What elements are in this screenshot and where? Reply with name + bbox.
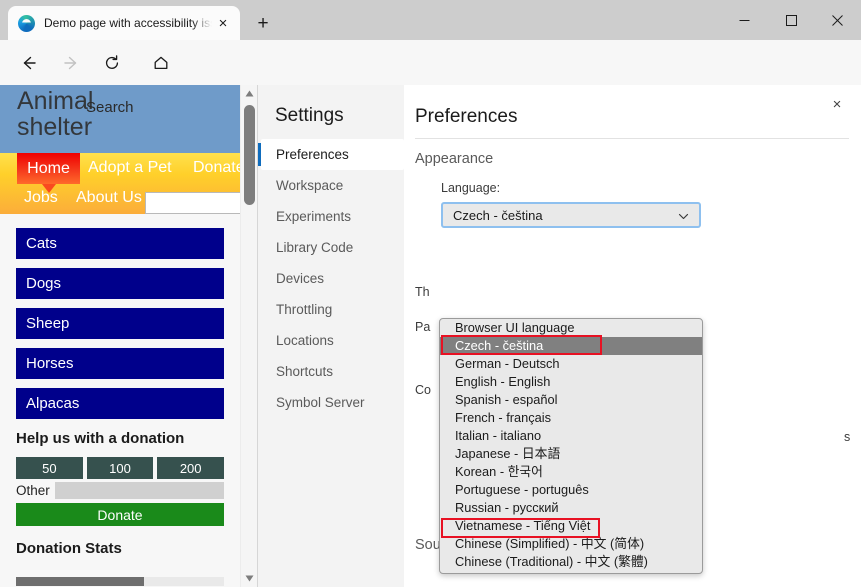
- chevron-down-icon: [677, 210, 690, 226]
- minimize-icon[interactable]: [721, 0, 768, 40]
- language-select-value: Czech - čeština: [453, 207, 543, 223]
- donation-amount-100[interactable]: 100: [86, 457, 154, 479]
- donate-button[interactable]: Donate: [16, 503, 224, 526]
- sidebar-item-label: Throttling: [276, 302, 333, 317]
- divider: [415, 138, 849, 139]
- donation-other-label: Other: [16, 483, 50, 498]
- dropdown-option[interactable]: Portuguese - português: [440, 481, 702, 499]
- donation-amounts: 50 100 200: [16, 457, 225, 479]
- nav-item-about-us[interactable]: About Us: [76, 189, 142, 207]
- browser-tab[interactable]: Demo page with accessibility issues ×: [8, 6, 240, 40]
- page-viewport: Animal shelter Search Home Adopt a Pet D…: [0, 85, 861, 587]
- sidebar-item-label: Preferences: [276, 147, 349, 162]
- dropdown-option-selected[interactable]: Czech - čeština: [440, 337, 702, 355]
- home-icon[interactable]: [146, 48, 176, 78]
- site-header: Animal shelter Search: [0, 85, 240, 153]
- dropdown-option[interactable]: German - Deutsch: [440, 355, 702, 373]
- sidebar-item-experiments[interactable]: Experiments: [258, 201, 404, 232]
- maximize-icon[interactable]: [768, 0, 815, 40]
- sidebar-item-devices[interactable]: Devices: [258, 263, 404, 294]
- close-icon[interactable]: [814, 0, 861, 40]
- site-body: Cats Dogs Sheep Horses Alpacas Help us w…: [0, 214, 240, 557]
- sidebar-item-label: Locations: [276, 333, 334, 348]
- dropdown-option[interactable]: Korean - 한국어: [440, 463, 702, 481]
- donation-other-row: Other: [16, 482, 224, 499]
- donation-stats-heading: Donation Stats: [16, 540, 122, 557]
- sidebar-item-label: Symbol Server: [276, 395, 365, 410]
- back-arrow-icon[interactable]: [14, 48, 44, 78]
- category-horses[interactable]: Horses: [16, 348, 224, 379]
- sidebar-item-label: Library Code: [276, 240, 354, 255]
- dropdown-option[interactable]: Russian - русский: [440, 499, 702, 517]
- settings-sidebar: Settings Preferences Workspace Experimen…: [258, 85, 405, 587]
- nav-item-jobs[interactable]: Jobs: [24, 189, 58, 207]
- dropdown-option[interactable]: Spanish - español: [440, 391, 702, 409]
- close-icon[interactable]: ×: [212, 12, 234, 34]
- nav-item-donate[interactable]: Donate: [193, 159, 240, 177]
- sidebar-item-workspace[interactable]: Workspace: [258, 170, 404, 201]
- obscured-label-panel: Pa: [415, 320, 431, 334]
- sidebar-item-label: Workspace: [276, 178, 344, 193]
- sidebar-item-shortcuts[interactable]: Shortcuts: [258, 356, 404, 387]
- horizontal-scrollbar[interactable]: [16, 577, 224, 586]
- scroll-up-arrow-icon[interactable]: [241, 85, 258, 102]
- title-bar: Demo page with accessibility issues × +: [0, 0, 861, 40]
- sidebar-item-locations[interactable]: Locations: [258, 325, 404, 356]
- nav-item-home[interactable]: Home: [17, 153, 80, 184]
- section-appearance: Appearance: [415, 151, 494, 167]
- sidebar-item-symbol-server[interactable]: Symbol Server: [258, 387, 404, 418]
- category-alpacas[interactable]: Alpacas: [16, 388, 224, 419]
- sidebar-item-label: Shortcuts: [276, 364, 334, 379]
- edge-logo-icon: [18, 14, 35, 32]
- donation-other-input[interactable]: [54, 482, 224, 499]
- refresh-icon[interactable]: [97, 48, 127, 78]
- browser-window: Demo page with accessibility issues × +: [0, 0, 861, 587]
- tab-title: Demo page with accessibility issues: [44, 16, 212, 30]
- language-dropdown-list[interactable]: Browser UI language Czech - čeština Germ…: [439, 318, 703, 574]
- sidebar-item-label: Devices: [276, 271, 325, 286]
- dropdown-option[interactable]: French - français: [440, 409, 702, 427]
- settings-nav: Preferences Workspace Experiments Librar…: [258, 139, 404, 418]
- settings-title: Settings: [275, 105, 344, 126]
- forward-arrow-icon: [56, 48, 86, 78]
- search-input[interactable]: [145, 192, 240, 214]
- page-title: Preferences: [415, 106, 518, 127]
- category-sheep[interactable]: Sheep: [16, 308, 224, 339]
- search-label: Search: [86, 99, 134, 116]
- category-cats[interactable]: Cats: [16, 228, 224, 259]
- sidebar-item-throttling[interactable]: Throttling: [258, 294, 404, 325]
- sidebar-item-preferences[interactable]: Preferences: [258, 139, 404, 170]
- animal-shelter-page: Animal shelter Search Home Adopt a Pet D…: [0, 85, 240, 587]
- language-label: Language:: [441, 181, 501, 195]
- dropdown-option[interactable]: Japanese - 日本語: [440, 445, 702, 463]
- obscured-label-color: Co: [415, 383, 431, 397]
- dropdown-option[interactable]: Italian - italiano: [440, 427, 702, 445]
- dropdown-option[interactable]: Chinese (Traditional) - 中文 (繁體): [440, 553, 702, 571]
- obscured-checkbox-label-suffix: s: [844, 430, 851, 444]
- language-select[interactable]: Czech - čeština: [441, 202, 701, 228]
- obscured-label-theme: Th: [415, 285, 430, 299]
- sidebar-item-label: Experiments: [276, 209, 352, 224]
- scrollbar-thumb[interactable]: [244, 105, 255, 205]
- donation-amount-200[interactable]: 200: [157, 457, 225, 479]
- dropdown-option[interactable]: Chinese (Simplified) - 中文 (简体): [440, 535, 702, 553]
- dropdown-option[interactable]: English - English: [440, 373, 702, 391]
- dropdown-option[interactable]: Vietnamese - Tiếng Việt: [440, 517, 702, 535]
- category-dogs[interactable]: Dogs: [16, 268, 224, 299]
- donation-amount-50[interactable]: 50: [16, 457, 83, 479]
- dropdown-option[interactable]: Browser UI language: [440, 319, 702, 337]
- scroll-down-arrow-icon[interactable]: [241, 570, 258, 587]
- window-controls: [721, 0, 861, 40]
- browser-toolbar: https://microsoftedge.github.io/Demos/de…: [0, 40, 861, 118]
- nav-item-adopt-a-pet[interactable]: Adopt a Pet: [88, 159, 172, 177]
- close-icon[interactable]: ×: [826, 93, 848, 115]
- new-tab-button[interactable]: +: [250, 11, 276, 37]
- sidebar-item-library-code[interactable]: Library Code: [258, 232, 404, 263]
- donation-heading: Help us with a donation: [16, 430, 185, 447]
- page-vertical-scrollbar[interactable]: [240, 85, 258, 587]
